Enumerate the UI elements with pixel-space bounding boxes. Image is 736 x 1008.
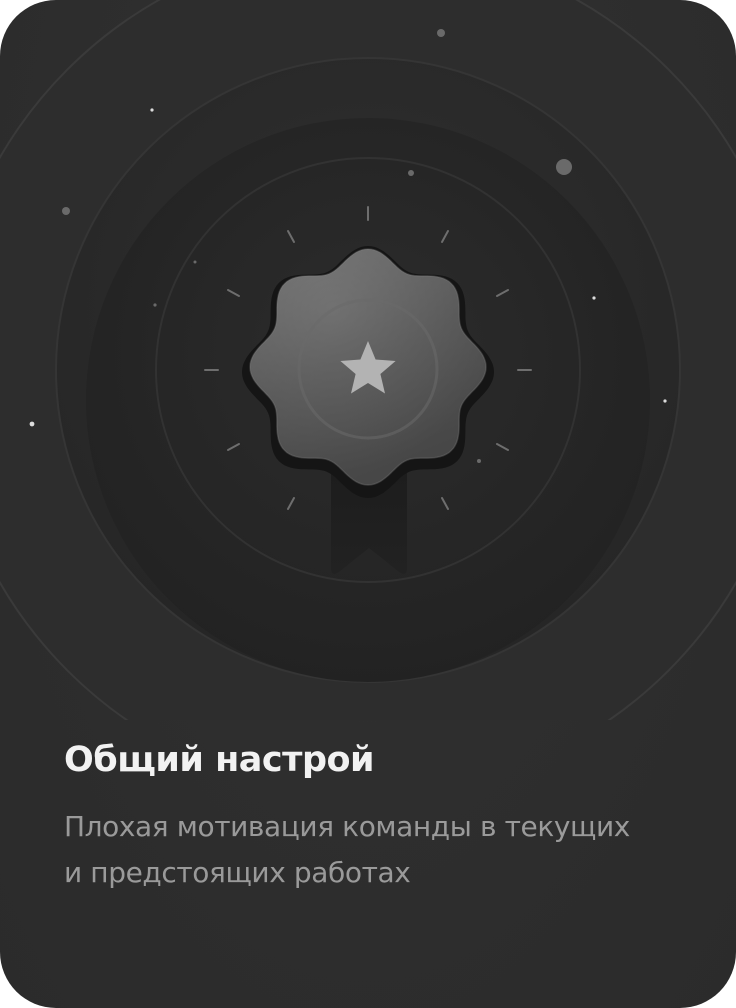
card: Общий настрой Плохая мотивация команды в…	[0, 0, 736, 1008]
card-description-line: и предстоящих работах	[64, 856, 411, 889]
card-description-line: Плохая мотивация команды в текущих	[64, 810, 630, 843]
card-description: Плохая мотивация команды в текущих и пре…	[64, 804, 684, 896]
card-title: Общий настрой	[64, 740, 375, 780]
award-badge-illustration	[0, 0, 736, 720]
